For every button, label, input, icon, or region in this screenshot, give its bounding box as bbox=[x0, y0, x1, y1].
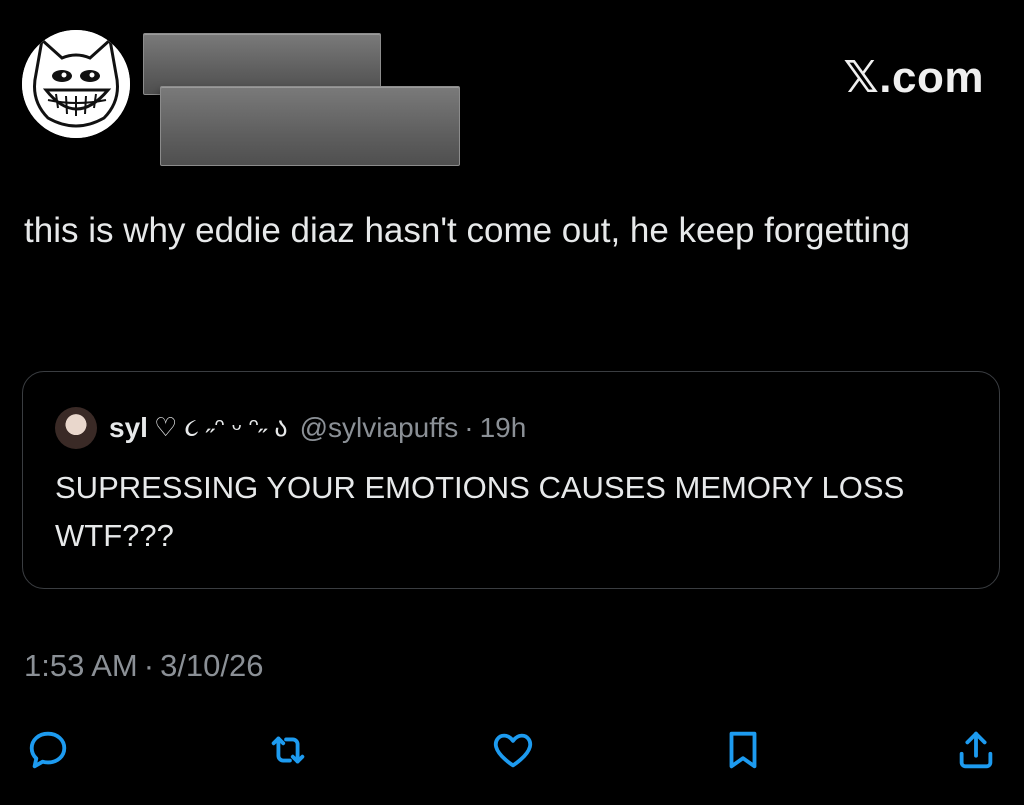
repost-icon bbox=[271, 736, 305, 764]
reply-icon bbox=[29, 731, 67, 769]
quote-time: 19h bbox=[479, 412, 527, 443]
quote-author-handle[interactable]: @sylviapuffs bbox=[300, 412, 459, 444]
tweet-time: 1:53 AM bbox=[24, 648, 138, 683]
quote-author-name-decoration: ♡ ૮ ˶ᵔ ᵕ ᵔ˶ ა bbox=[153, 412, 288, 442]
action-bar bbox=[0, 720, 1024, 780]
author-avatar[interactable] bbox=[22, 30, 130, 138]
bookmark-icon bbox=[729, 731, 757, 769]
separator-dot: · bbox=[464, 412, 474, 443]
grinning-cat-avatar-icon bbox=[22, 30, 130, 138]
share-icon bbox=[959, 731, 993, 769]
quote-tweet-card[interactable]: syl ♡ ૮ ˶ᵔ ᵕ ᵔ˶ ა @sylviapuffs · 19h SUP… bbox=[22, 371, 1000, 589]
tweet-text: this is why eddie diaz hasn't come out, … bbox=[24, 211, 911, 250]
quote-author-name[interactable]: syl bbox=[109, 412, 148, 444]
share-button[interactable] bbox=[950, 724, 1002, 776]
quote-text: SUPRESSING YOUR EMOTIONS CAUSES MEMORY L… bbox=[55, 470, 905, 553]
repost-button[interactable] bbox=[262, 724, 314, 776]
reply-button[interactable] bbox=[22, 724, 74, 776]
quote-author-avatar[interactable] bbox=[55, 407, 97, 449]
quote-header: syl ♡ ૮ ˶ᵔ ᵕ ᵔ˶ ა @sylviapuffs · 19h bbox=[55, 406, 526, 450]
bookmark-button[interactable] bbox=[717, 724, 769, 776]
tweet-date: 3/10/26 bbox=[160, 648, 264, 683]
like-button[interactable] bbox=[487, 724, 539, 776]
redaction-block bbox=[160, 86, 460, 166]
tweet-timestamp[interactable]: 1:53 AM · 3/10/26 bbox=[24, 648, 264, 684]
separator-dot: · bbox=[143, 648, 155, 683]
brand-watermark: 𝕏.com bbox=[843, 53, 984, 102]
like-icon bbox=[493, 733, 533, 768]
